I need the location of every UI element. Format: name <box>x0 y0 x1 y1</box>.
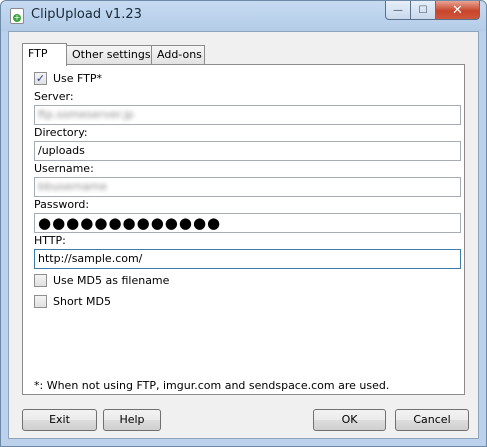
help-button[interactable]: Help <box>103 409 161 431</box>
cancel-button[interactable]: Cancel <box>395 409 469 431</box>
title-bar[interactable]: + ClipUpload v1.23 — ☐ ✕ <box>1 1 486 31</box>
dialog-body: FTP Other settings Add-ons ✓ Use FTP* Se… <box>8 31 479 439</box>
checkmark-icon: ✓ <box>35 72 46 85</box>
use-ftp-checkbox[interactable]: ✓ <box>34 72 47 85</box>
password-value: ●●●●●●●●●●●●● <box>38 214 222 232</box>
directory-value: /uploads <box>38 144 85 157</box>
window-title: ClipUpload v1.23 <box>31 7 142 22</box>
server-label: Server: <box>34 90 74 103</box>
tab-add-ons[interactable]: Add-ons <box>151 45 205 64</box>
close-button[interactable]: ✕ <box>436 1 480 20</box>
app-window: + ClipUpload v1.23 — ☐ ✕ FTP Other setti… <box>0 0 487 447</box>
http-label: HTTP: <box>34 234 66 247</box>
short-md5-option[interactable]: Short MD5 <box>34 295 111 308</box>
tab-ftp[interactable]: FTP <box>22 43 67 66</box>
maximize-icon: ☐ <box>418 4 428 16</box>
server-field[interactable]: ftp.someserver.jp <box>34 105 461 125</box>
directory-label: Directory: <box>34 126 88 139</box>
minimize-icon: — <box>393 4 403 16</box>
ok-button[interactable]: OK <box>313 409 386 431</box>
username-value: bbusername <box>38 180 107 193</box>
use-md5-option[interactable]: Use MD5 as filename <box>34 274 169 287</box>
caption-buttons: — ☐ ✕ <box>385 1 480 21</box>
use-md5-checkbox[interactable] <box>34 274 47 287</box>
http-value: http://sample.com/ <box>38 252 143 265</box>
short-md5-label: Short MD5 <box>53 295 111 308</box>
app-icon: + <box>10 8 24 24</box>
tab-other-settings[interactable]: Other settings <box>66 45 152 64</box>
username-field[interactable]: bbusername <box>34 177 461 197</box>
use-ftp-option[interactable]: ✓ Use FTP* <box>34 72 102 85</box>
close-icon: ✕ <box>452 2 463 18</box>
short-md5-checkbox[interactable] <box>34 295 47 308</box>
ftp-panel: ✓ Use FTP* Server: ftp.someserver.jp Dir… <box>22 64 465 395</box>
username-label: Username: <box>34 162 94 175</box>
directory-field[interactable]: /uploads <box>34 141 461 161</box>
password-label: Password: <box>34 198 90 211</box>
server-value: ftp.someserver.jp <box>38 108 134 121</box>
footnote: *: When not using FTP, imgur.com and sen… <box>34 379 390 392</box>
use-md5-label: Use MD5 as filename <box>53 274 170 287</box>
password-field[interactable]: ●●●●●●●●●●●●● <box>34 213 461 233</box>
maximize-button[interactable]: ☐ <box>411 1 436 20</box>
exit-button[interactable]: Exit <box>22 409 97 431</box>
minimize-button[interactable]: — <box>385 1 411 20</box>
http-field[interactable]: http://sample.com/ <box>34 249 461 269</box>
use-ftp-label: Use FTP* <box>53 72 103 85</box>
